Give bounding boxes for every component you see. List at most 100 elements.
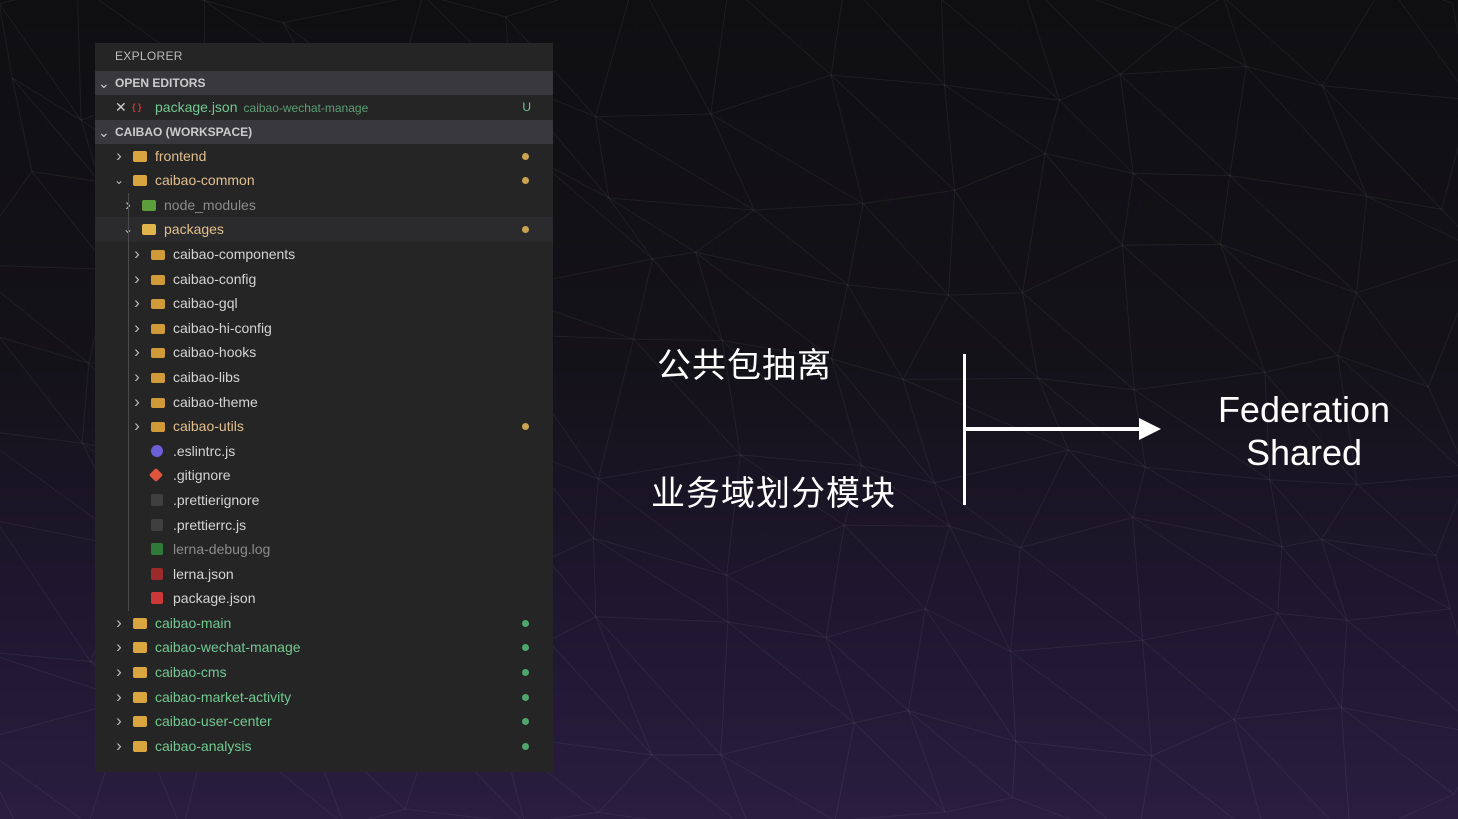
file-item-prettierignore[interactable]: .prettierignore — [95, 488, 553, 513]
folder-item-caibao-market-activity[interactable]: › caibao-market-activity — [95, 685, 553, 710]
chevron-right-icon[interactable]: › — [131, 242, 143, 267]
tree-item-label: caibao-utils — [173, 418, 244, 435]
folder-item-caibao-user-center[interactable]: › caibao-user-center — [95, 709, 553, 734]
diagram-result: Federation Shared — [1196, 388, 1412, 474]
git-status-dot — [522, 669, 529, 677]
file-tree: › frontend ⌄ caibao-common ›node_modules⌄pac… — [95, 144, 553, 759]
arrow-right-icon — [1139, 418, 1161, 440]
prettier-icon — [151, 518, 163, 531]
open-editor-item[interactable]: ✕ { } package.json caibao-wechat-manage U — [95, 95, 553, 120]
git-status-dot — [522, 693, 529, 701]
chevron-right-icon[interactable]: › — [131, 316, 143, 341]
folder-icon — [142, 199, 156, 211]
tree-item-label: caibao-main — [155, 614, 232, 631]
tree-item-label: .gitignore — [173, 467, 231, 484]
folder-item-caibao-hooks[interactable]: › caibao-hooks — [95, 340, 553, 365]
explorer-title: EXPLORER — [115, 49, 183, 63]
file-item-package-json[interactable]: package.json — [95, 586, 553, 611]
git-status-dot — [522, 152, 529, 160]
tree-item-label: .eslintrc.js — [173, 442, 236, 459]
folder-item-packages[interactable]: ⌄packages — [95, 217, 553, 242]
folder-item-frontend[interactable]: › frontend — [95, 144, 553, 169]
chevron-right-icon[interactable]: › — [113, 685, 125, 710]
tree-item-label: frontend — [155, 147, 207, 164]
diagram-label-common-packages: 公共包抽离 — [657, 346, 832, 386]
file-item-gitignore[interactable]: .gitignore — [95, 463, 553, 488]
git-status-dot — [522, 177, 529, 185]
tree-item-label: packages — [164, 221, 224, 238]
folder-item-caibao-main[interactable]: › caibao-main — [95, 611, 553, 636]
chevron-right-icon[interactable]: › — [131, 414, 143, 439]
file-item-lerna-debug-log[interactable]: lerna-debug.log — [95, 537, 553, 562]
tree-item-label: lerna.json — [173, 565, 234, 582]
folder-icon — [133, 175, 147, 187]
tree-item-label: caibao-components — [173, 245, 296, 262]
folder-item-caibao-config[interactable]: › caibao-config — [95, 267, 553, 292]
git-icon — [148, 468, 164, 483]
workspace-label: CAIBAO (WORKSPACE) — [115, 124, 253, 139]
folder-item-caibao-wechat-manage[interactable]: › caibao-wechat-manage — [95, 635, 553, 660]
folder-icon — [151, 372, 165, 383]
open-editors-header[interactable]: ⌄ OPEN EDITORS — [95, 71, 553, 95]
git-status-dot — [522, 619, 529, 627]
folder-icon — [133, 150, 147, 162]
chevron-right-icon[interactable]: › — [131, 365, 143, 390]
prettier-icon — [151, 493, 163, 506]
tree-item-label: caibao-user-center — [155, 713, 272, 730]
close-icon[interactable]: ✕ — [115, 95, 127, 120]
log-file-icon — [151, 543, 163, 556]
chevron-right-icon[interactable]: › — [113, 660, 125, 685]
chevron-right-icon[interactable]: › — [131, 390, 143, 415]
folder-item-caibao-components[interactable]: › caibao-components — [95, 242, 553, 267]
git-status-dot — [522, 742, 529, 750]
eslint-icon — [151, 444, 163, 457]
folder-item-caibao-gql[interactable]: › caibao-gql — [95, 291, 553, 316]
file-item-prettierrc-js[interactable]: .prettierrc.js — [95, 513, 553, 538]
git-status-dot — [522, 423, 529, 431]
folder-item-caibao-common[interactable]: ⌄ caibao-common — [95, 168, 553, 193]
folder-item-caibao-cms[interactable]: › caibao-cms — [95, 660, 553, 685]
chevron-down-icon[interactable]: ⌄ — [113, 168, 125, 193]
file-item-lerna-json[interactable]: lerna.json — [95, 562, 553, 587]
folder-icon — [133, 667, 147, 679]
open-editor-filename: package.json — [155, 99, 238, 115]
folder-item-node-modules[interactable]: ›node_modules — [95, 193, 553, 218]
chevron-right-icon[interactable]: › — [131, 267, 143, 292]
diagram-arrow-shaft — [963, 427, 1143, 431]
folder-item-caibao-analysis[interactable]: › caibao-analysis — [95, 734, 553, 759]
folder-item-caibao-hi-config[interactable]: › caibao-hi-config — [95, 316, 553, 341]
folder-item-caibao-utils[interactable]: › caibao-utils — [95, 414, 553, 439]
diagram-result-line1: Federation — [1217, 389, 1391, 430]
chevron-right-icon[interactable]: › — [113, 144, 125, 169]
chevron-right-icon[interactable]: › — [131, 340, 143, 365]
tree-item-label: package.json — [173, 590, 256, 607]
chevron-right-icon[interactable]: › — [131, 291, 143, 316]
folder-item-caibao-libs[interactable]: › caibao-libs — [95, 365, 553, 390]
tree-item-label: caibao-analysis — [155, 737, 252, 754]
folder-icon — [151, 274, 165, 285]
workspace-header[interactable]: ⌄ CAIBAO (WORKSPACE) — [95, 119, 553, 144]
diagram-label-business-modules: 业务域划分模块 — [651, 474, 896, 514]
folder-icon — [133, 617, 147, 629]
folder-icon — [133, 691, 147, 703]
chevron-down-icon: ⌄ — [98, 123, 110, 140]
tree-item-label: caibao-hooks — [173, 344, 257, 361]
tree-item-label: caibao-theme — [173, 393, 258, 410]
folder-icon — [133, 716, 147, 728]
chevron-right-icon[interactable]: › — [113, 734, 125, 759]
folder-icon — [133, 642, 147, 654]
indent-guide — [128, 192, 129, 611]
folder-icon — [151, 249, 165, 260]
chevron-right-icon[interactable]: › — [113, 709, 125, 734]
chevron-right-icon[interactable]: › — [113, 611, 125, 636]
git-status-dot — [522, 718, 529, 726]
open-editors-label: OPEN EDITORS — [115, 76, 206, 90]
chevron-right-icon[interactable]: › — [113, 635, 125, 660]
tree-item-label: lerna-debug.log — [173, 541, 271, 558]
git-status-dot — [522, 644, 529, 652]
tree-item-label: caibao-common — [155, 172, 255, 189]
explorer-panel: EXPLORER ⌄ OPEN EDITORS ✕ { } package.js… — [95, 43, 553, 772]
folder-item-caibao-theme[interactable]: › caibao-theme — [95, 390, 553, 415]
folder-icon — [151, 323, 165, 334]
file-item-eslintrc-js[interactable]: .eslintrc.js — [95, 439, 553, 464]
